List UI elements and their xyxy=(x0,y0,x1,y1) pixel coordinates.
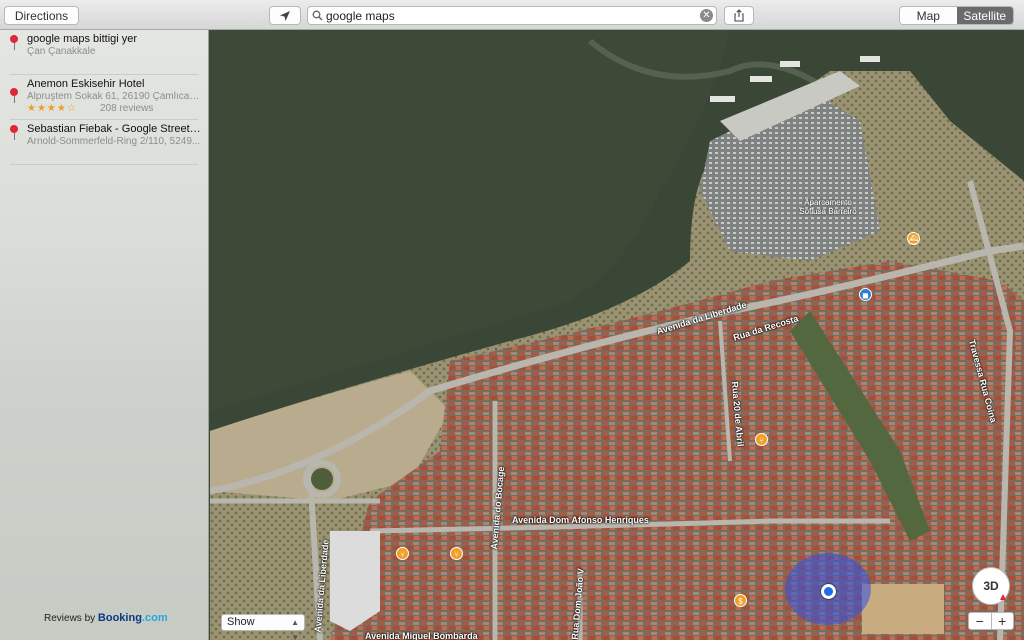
satellite-map[interactable]: Avenida da Liberdade Rua da Recosta Trav… xyxy=(210,31,1024,640)
results-sidebar: google maps bittigi yer Çan Çanakkale An… xyxy=(0,30,209,640)
ferry-terminal-icon[interactable]: ⛴ xyxy=(907,232,920,245)
restaurant-icon[interactable]: ⑂ xyxy=(755,433,768,446)
road-label: Avenida Dom Afonso Henriques xyxy=(512,515,649,525)
show-dropdown-label: Show xyxy=(227,616,255,628)
booking-prefix: Reviews by xyxy=(44,613,96,624)
current-location-dot[interactable] xyxy=(821,584,836,599)
map-pin-icon xyxy=(10,35,18,50)
restaurant-icon[interactable]: ⑂ xyxy=(396,547,409,560)
result-title: Anemon Eskisehir Hotel xyxy=(27,78,145,90)
satellite-mode-button[interactable]: Satellite xyxy=(956,7,1013,24)
result-title: Sebastian Fiebak - Google Street Vie... xyxy=(27,123,202,135)
result-subtitle: Çan Çanakkale xyxy=(27,46,96,57)
zoom-in-button[interactable]: + xyxy=(992,613,1014,629)
map-mode-segmented-control: Map Satellite xyxy=(899,6,1014,25)
booking-logo: Booking.com xyxy=(97,612,168,624)
list-item[interactable]: Anemon Eskisehir Hotel Alpruştem Sokak 6… xyxy=(10,78,202,120)
share-button[interactable] xyxy=(724,6,754,25)
road-label: Avenida Miguel Bombarda xyxy=(365,631,478,640)
shop-icon[interactable]: $ xyxy=(734,594,747,607)
result-title: google maps bittigi yer xyxy=(27,33,138,45)
parking-label: Aparcamento Soflusa Barreiro xyxy=(799,198,857,216)
map-pin-icon xyxy=(10,88,18,103)
result-subtitle: Alpruştem Sokak 61, 26190 Çamlıca E... xyxy=(27,91,202,102)
current-location-button[interactable] xyxy=(269,6,301,25)
chevron-updown-icon: ▲ ▼ xyxy=(291,618,299,640)
directions-button[interactable]: Directions xyxy=(4,6,79,25)
clear-search-icon[interactable]: ✕ xyxy=(700,9,713,22)
location-arrow-icon xyxy=(280,10,290,21)
toolbar: Directions ✕ Map Satellite xyxy=(0,0,1024,30)
show-dropdown[interactable]: Show ▲ ▼ xyxy=(221,614,305,640)
map-mode-button[interactable]: Map xyxy=(900,7,957,24)
satellite-imagery xyxy=(210,31,1024,640)
search-icon xyxy=(312,10,323,21)
3d-label: 3D xyxy=(983,579,999,593)
rating-stars: ★★★★☆ xyxy=(27,103,77,114)
map-pin-icon xyxy=(10,125,18,140)
search-input[interactable] xyxy=(326,8,686,23)
zoom-out-button[interactable]: − xyxy=(969,613,992,629)
result-subtitle: Arnold-Sommerfeld-Ring 2/110, 5249... xyxy=(27,136,201,147)
booking-attribution[interactable]: Reviews by Booking.com xyxy=(44,612,168,624)
search-field[interactable]: ✕ xyxy=(307,6,717,25)
review-count: 208 reviews xyxy=(100,103,154,114)
compass-icon xyxy=(1000,594,1006,600)
share-icon xyxy=(734,9,744,22)
zoom-control: − + xyxy=(968,612,1014,630)
list-item[interactable]: Sebastian Fiebak - Google Street Vie... … xyxy=(10,123,202,165)
bus-stop-icon[interactable]: ◼ xyxy=(859,288,872,301)
3d-toggle-button[interactable]: 3D xyxy=(972,567,1010,605)
restaurant-icon[interactable]: ⑂ xyxy=(450,547,463,560)
list-item[interactable]: google maps bittigi yer Çan Çanakkale xyxy=(10,33,198,75)
